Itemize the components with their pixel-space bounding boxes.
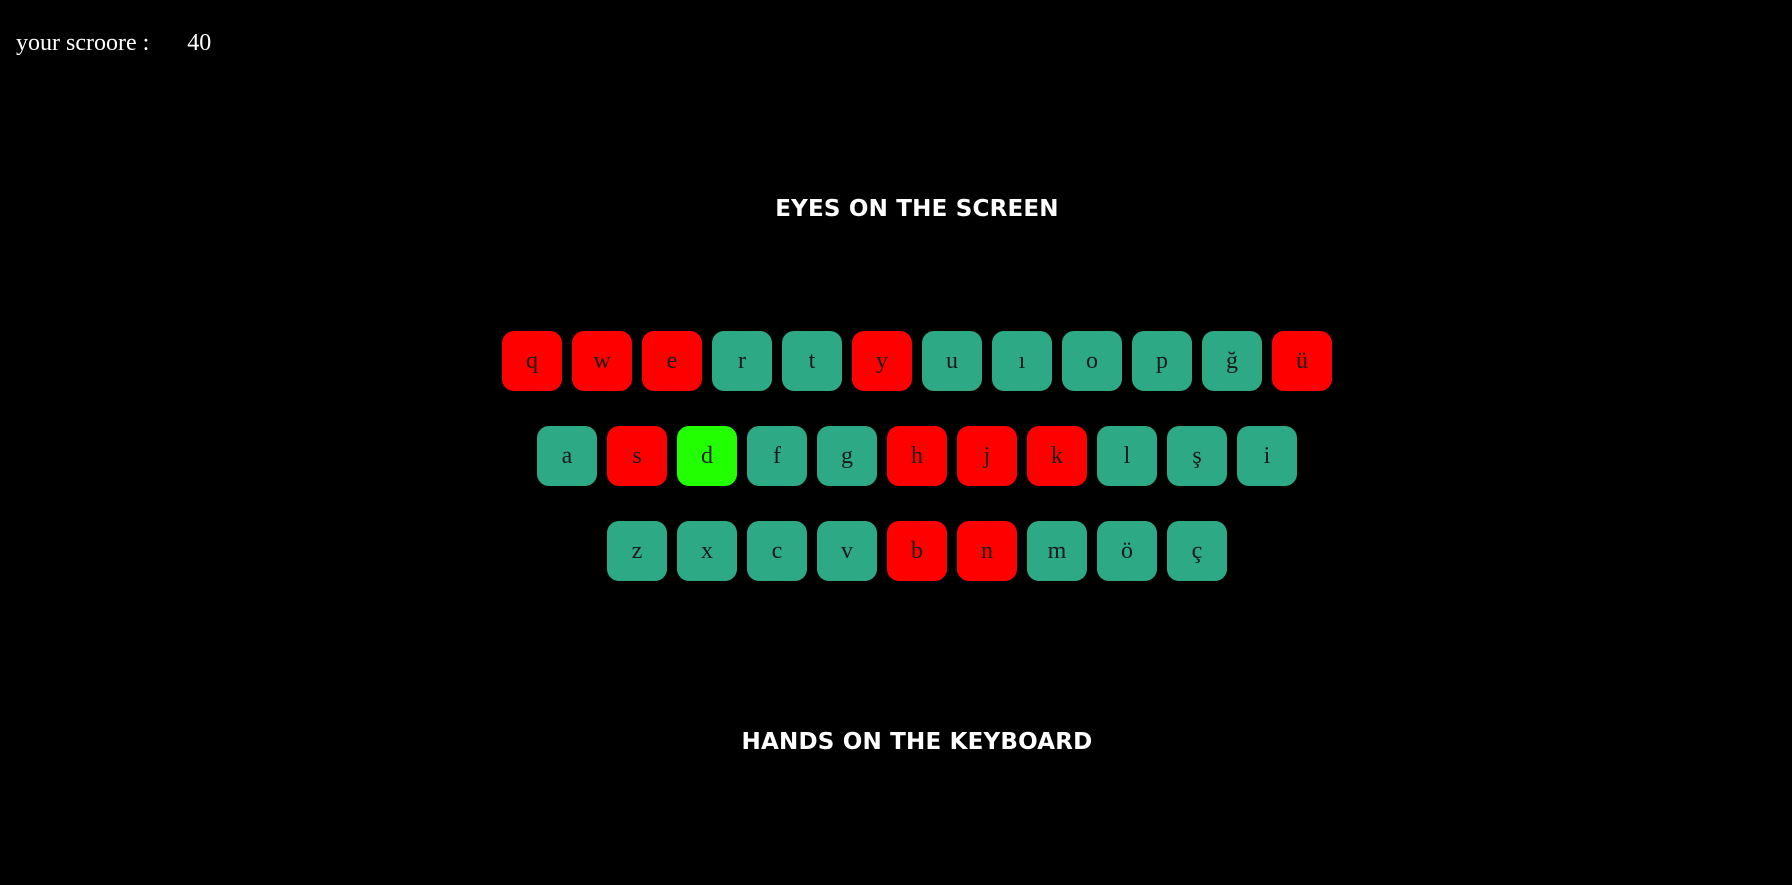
key-u[interactable]: u	[922, 331, 982, 391]
keyboard-row-bottom: zxcvbnmöç	[0, 521, 1792, 581]
key-t[interactable]: t	[782, 331, 842, 391]
key-ö[interactable]: ö	[1097, 521, 1157, 581]
key-ü[interactable]: ü	[1272, 331, 1332, 391]
key-q[interactable]: q	[502, 331, 562, 391]
eyes-on-screen-heading: EYES ON THE SCREEN	[775, 196, 1059, 222]
key-d[interactable]: d	[677, 426, 737, 486]
hands-on-keyboard-heading: HANDS ON THE KEYBOARD	[741, 729, 1093, 755]
key-a[interactable]: a	[537, 426, 597, 486]
key-p[interactable]: p	[1132, 331, 1192, 391]
key-l[interactable]: l	[1097, 426, 1157, 486]
key-ç[interactable]: ç	[1167, 521, 1227, 581]
keyboard-row-home: asdfghjklşi	[0, 426, 1792, 486]
score-display: your scroore : 40	[16, 28, 211, 58]
key-h[interactable]: h	[887, 426, 947, 486]
key-i[interactable]: i	[1237, 426, 1297, 486]
key-f[interactable]: f	[747, 426, 807, 486]
key-g[interactable]: g	[817, 426, 877, 486]
key-j[interactable]: j	[957, 426, 1017, 486]
key-z[interactable]: z	[607, 521, 667, 581]
key-ş[interactable]: ş	[1167, 426, 1227, 486]
key-b[interactable]: b	[887, 521, 947, 581]
key-ğ[interactable]: ğ	[1202, 331, 1262, 391]
key-w[interactable]: w	[572, 331, 632, 391]
key-k[interactable]: k	[1027, 426, 1087, 486]
key-x[interactable]: x	[677, 521, 737, 581]
key-c[interactable]: c	[747, 521, 807, 581]
score-label: your scroore :	[16, 30, 150, 56]
keyboard-row-top: qwertyuıopğü	[0, 331, 1792, 391]
key-r[interactable]: r	[712, 331, 772, 391]
key-v[interactable]: v	[817, 521, 877, 581]
key-m[interactable]: m	[1027, 521, 1087, 581]
score-value: 40	[187, 30, 212, 56]
key-e[interactable]: e	[642, 331, 702, 391]
key-s[interactable]: s	[607, 426, 667, 486]
key-y[interactable]: y	[852, 331, 912, 391]
key-n[interactable]: n	[957, 521, 1017, 581]
key-o[interactable]: o	[1062, 331, 1122, 391]
key-ı[interactable]: ı	[992, 331, 1052, 391]
